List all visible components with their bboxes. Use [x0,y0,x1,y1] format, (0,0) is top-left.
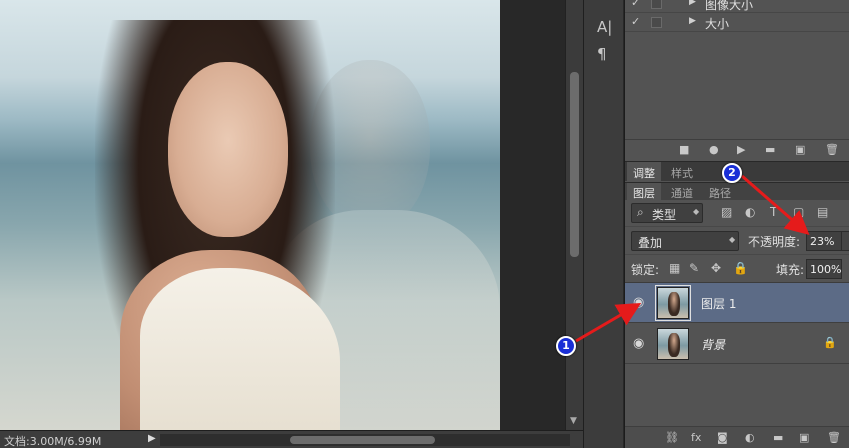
stop-icon[interactable]: ■ [679,143,689,156]
layer-thumbnail [655,285,691,321]
blend-mode-value: 叠加 [638,236,663,250]
layer-row-layer1[interactable]: ◉ 图层 1 [625,283,849,323]
lock-icon: 🔒 [823,336,837,349]
horizontal-scroll-thumb[interactable] [290,436,435,444]
layer-kind-filter-select[interactable]: ⌕ 类型 ◆ [631,203,703,223]
lock-row: 锁定: ▦ ✎ ✥ 🔒 填充: 100% [625,255,849,283]
layers-filter-toolbar: ⌕ 类型 ◆ ▨ ◐ T ▢ ▤ [625,200,849,227]
action-label: 大小 [705,17,730,31]
layer-name[interactable]: 背景 [701,336,725,353]
layer-name[interactable]: 图层 1 [701,295,736,312]
tab-layers[interactable]: 图层 [627,183,661,201]
actions-panel: ✓ ▶ 图像大小 ✓ ▶ 大小 ■ ● ▶ ▬ ▣ 🗑 [625,0,849,160]
smart-object-filter-icon[interactable]: ▤ [817,205,828,219]
tab-paths[interactable]: 路径 [703,183,737,201]
shape-filter-icon[interactable]: ▢ [793,205,804,219]
new-adjustment-icon[interactable]: ◐ [745,431,755,444]
fill-label: 填充: [776,263,805,277]
blend-mode-select[interactable]: 叠加 ◆ [631,231,739,251]
fill-input[interactable]: 100% [806,259,842,279]
actions-footer: ■ ● ▶ ▬ ▣ 🗑 [625,139,849,161]
document-size-info: 文档:3.00M/6.99M [4,435,102,448]
document-canvas[interactable] [0,0,565,430]
eye-icon[interactable]: ◉ [633,336,644,351]
tab-styles[interactable]: 样式 [665,162,699,182]
tab-adjustments[interactable]: 调整 [627,162,661,182]
layer-thumbnail [657,328,689,360]
right-panel-dock: ✓ ▶ 图像大小 ✓ ▶ 大小 ■ ● ▶ ▬ ▣ 🗑 调整 样式 图层 通道 … [624,0,849,448]
collapsed-panel-strip: A| ¶ [583,0,623,448]
trash-icon[interactable]: 🗑 [825,143,839,156]
kind-filter-label: 类型 [652,208,677,222]
lock-image-pixels-icon[interactable]: ✎ [689,261,699,275]
type-filter-icon[interactable]: T [770,205,777,219]
face-shape [168,62,288,237]
expand-triangle-icon[interactable]: ▶ [689,16,696,26]
chevron-updown-icon: ◆ [729,235,736,244]
tab-channels[interactable]: 通道 [665,183,699,201]
photo-image [0,0,500,430]
layers-list-empty-area [625,364,849,424]
check-icon[interactable]: ✓ [631,0,640,9]
status-menu-arrow-icon[interactable]: ▶ [148,433,156,444]
layers-tab-bar: 图层 通道 路径 [625,182,849,201]
new-action-icon[interactable]: ▣ [795,143,805,156]
vertical-scrollbar[interactable]: ▼ [565,0,583,430]
eye-icon[interactable]: ◉ [633,295,644,310]
folder-icon[interactable]: ▬ [765,143,775,156]
annotation-badge-2: 2 [722,163,742,183]
paragraph-panel-icon[interactable]: ¶ [597,45,607,63]
lock-all-icon[interactable]: 🔒 [733,261,748,275]
opacity-input[interactable]: 23% [806,231,842,251]
new-layer-icon[interactable]: ▣ [799,431,809,444]
trash-icon[interactable]: 🗑 [827,431,841,444]
layer-row-background[interactable]: ◉ 背景 🔒 [625,324,849,364]
vertical-scroll-thumb[interactable] [570,72,579,257]
link-layers-icon[interactable]: ⛓ [665,431,679,444]
lock-transparent-pixels-icon[interactable]: ▦ [669,261,680,275]
horizontal-scrollbar[interactable] [160,434,570,446]
action-row-size[interactable]: ✓ ▶ 大小 [625,14,849,32]
dialog-toggle-box[interactable] [651,0,662,9]
search-icon: ⌕ [637,205,644,219]
layer-style-fx-icon[interactable]: fx [691,431,701,444]
blend-mode-row: 叠加 ◆ 不透明度: 23% [625,227,849,255]
scroll-down-arrow-icon[interactable]: ▼ [570,416,577,426]
dialog-toggle-box[interactable] [651,17,662,28]
new-group-icon[interactable]: ▬ [773,431,783,444]
add-mask-icon[interactable]: ◙ [717,431,728,444]
lock-position-icon[interactable]: ✥ [711,261,721,275]
adjustment-filter-icon[interactable]: ◐ [745,205,755,219]
layers-footer: ⛓ fx ◙ ◐ ▬ ▣ 🗑 [625,426,849,448]
check-icon[interactable]: ✓ [631,15,640,28]
annotation-badge-1: 1 [556,336,576,356]
character-panel-icon[interactable]: A| [597,18,612,36]
opacity-label: 不透明度: [748,235,801,249]
pixel-layer-filter-icon[interactable]: ▨ [721,205,732,219]
chevron-updown-icon: ◆ [693,207,700,216]
record-icon[interactable]: ● [709,143,719,156]
action-label: 图像大小 [705,0,754,12]
lock-label: 锁定: [631,263,660,277]
opacity-dropdown-button[interactable] [842,231,849,251]
action-row-image-size[interactable]: ✓ ▶ 图像大小 [625,0,849,13]
expand-triangle-icon[interactable]: ▶ [689,0,696,7]
play-icon[interactable]: ▶ [737,143,745,156]
status-bar: 文档:3.00M/6.99M ▶ [0,430,583,448]
